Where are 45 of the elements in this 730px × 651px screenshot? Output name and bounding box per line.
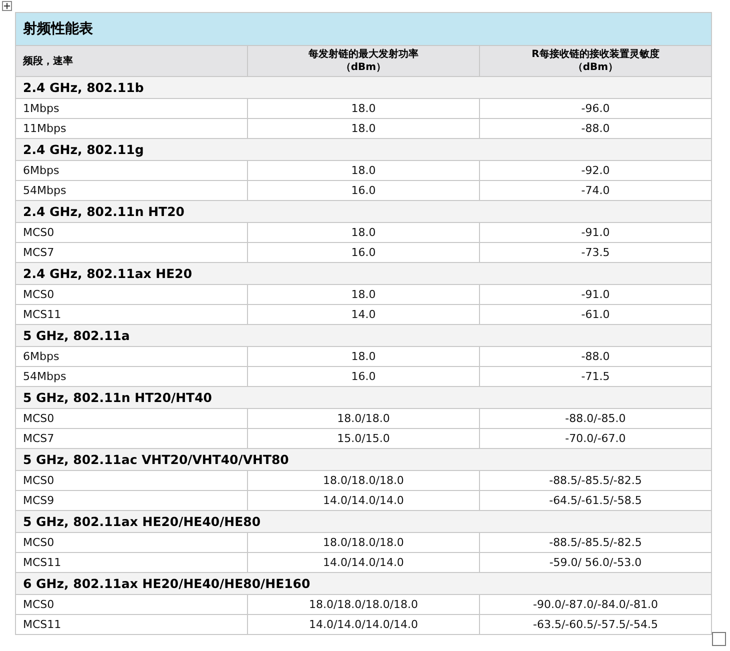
table-cell: -88.0/-85.0 bbox=[480, 408, 712, 428]
table-cell: MCS0 bbox=[16, 222, 248, 242]
table-cell: 18.0/18.0/18.0 bbox=[248, 470, 480, 490]
table-cell: 18.0 bbox=[248, 284, 480, 304]
table-cell: 6Mbps bbox=[16, 346, 248, 366]
table-cell: 18.0/18.0/18.0 bbox=[248, 532, 480, 552]
group-header: 2.4 GHz, 802.11g bbox=[16, 138, 712, 160]
table-cell: -88.5/-85.5/-82.5 bbox=[480, 470, 712, 490]
table-cell: MCS0 bbox=[16, 470, 248, 490]
table-cell: -91.0 bbox=[480, 284, 712, 304]
table-cell: -88.5/-85.5/-82.5 bbox=[480, 532, 712, 552]
table-cell: 18.0 bbox=[248, 160, 480, 180]
table-cell: 18.0 bbox=[248, 98, 480, 118]
group-header: 2.4 GHz, 802.11ax HE20 bbox=[16, 262, 712, 284]
move-handle-icon[interactable] bbox=[2, 1, 12, 11]
group-header: 5 GHz, 802.11a bbox=[16, 324, 712, 346]
group-header: 2.4 GHz, 802.11n HT20 bbox=[16, 200, 712, 222]
table-cell: 18.0/18.0/18.0/18.0 bbox=[248, 594, 480, 614]
table-cell: MCS0 bbox=[16, 284, 248, 304]
column-header: 每发射链的最大发射功率 （dBm） bbox=[248, 46, 480, 76]
table-cell: 6Mbps bbox=[16, 160, 248, 180]
table-cell: -63.5/-60.5/-57.5/-54.5 bbox=[480, 614, 712, 634]
table-cell: -88.0 bbox=[480, 346, 712, 366]
group-header: 5 GHz, 802.11ax HE20/HE40/HE80 bbox=[16, 510, 712, 532]
group-header: 2.4 GHz, 802.11b bbox=[16, 76, 712, 98]
table-cell: MCS0 bbox=[16, 408, 248, 428]
table-cell: 18.0 bbox=[248, 346, 480, 366]
table-cell: -91.0 bbox=[480, 222, 712, 242]
table-cell: MCS0 bbox=[16, 532, 248, 552]
table-cell: -96.0 bbox=[480, 98, 712, 118]
table-cell: MCS0 bbox=[16, 594, 248, 614]
table-title: 射频性能表 bbox=[16, 12, 712, 46]
table-cell: 14.0/14.0/14.0/14.0 bbox=[248, 614, 480, 634]
resize-handle-icon[interactable] bbox=[712, 632, 726, 646]
column-header: 频段，速率 bbox=[16, 46, 248, 76]
group-header: 6 GHz, 802.11ax HE20/HE40/HE80/HE160 bbox=[16, 572, 712, 594]
column-header: R每接收链的接收装置灵敏度 （dBm） bbox=[480, 46, 712, 76]
table-cell: -92.0 bbox=[480, 160, 712, 180]
table-cell: -90.0/-87.0/-84.0/-81.0 bbox=[480, 594, 712, 614]
table-cell: 1Mbps bbox=[16, 98, 248, 118]
table-cell: 18.0/18.0 bbox=[248, 408, 480, 428]
group-header: 5 GHz, 802.11ac VHT20/VHT40/VHT80 bbox=[16, 448, 712, 470]
table-cell: 18.0 bbox=[248, 222, 480, 242]
group-header: 5 GHz, 802.11n HT20/HT40 bbox=[16, 386, 712, 408]
table-cell: MCS11 bbox=[16, 614, 248, 634]
